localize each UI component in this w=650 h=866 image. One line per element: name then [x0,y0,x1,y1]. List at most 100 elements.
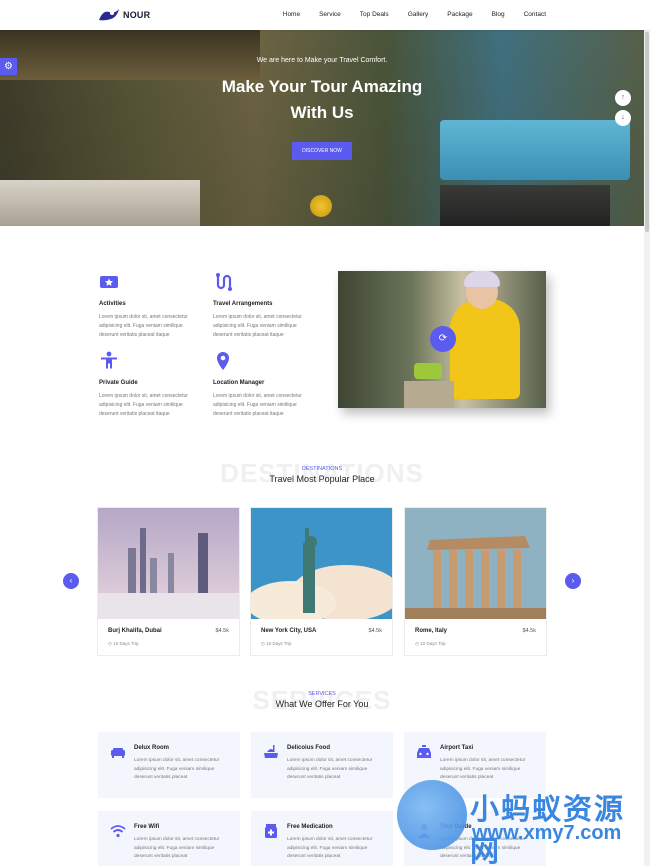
destination-card-new-york[interactable]: New York City, USA $4.5k ◷ 10 Days Trip [246,507,401,656]
menu-item-top-deals[interactable]: Top Deals [360,11,389,18]
photo-hiker-jacket [450,299,520,399]
feature-text-line: adipisicing elit. Fuga veniam similique [99,323,183,329]
watermark-url: www.xmy7.com [472,822,622,844]
service-text-line: Lorem ipsum dolor sit, amet consectetur [134,837,220,842]
photo-hiker-hat [464,271,500,287]
photo-pot [414,363,442,379]
destination-trip: ◷ 10 Days Trip [415,641,445,647]
hero-image-chair [0,180,200,226]
menu-item-contact[interactable]: Contact [524,11,546,18]
play-video-icon[interactable]: ⟳ [430,326,456,352]
discover-now-button[interactable]: DISCOVER NOW [292,142,352,160]
menu-item-package[interactable]: Package [447,11,472,18]
service-text-line: Lorem ipsum dolor sit, amet consectetur [440,758,526,763]
hero-title-line2: With Us [290,103,354,122]
service-title: Free Medication [287,824,333,830]
destination-name: Burj Khalifa, Dubai [108,628,162,634]
service-card-delux-room[interactable]: Delux Room Lorem ipsum dolor sit, amet c… [98,732,240,798]
feature-text-line: adipisicing elit. Fuga veniam similique [213,402,297,408]
menu-item-home[interactable]: Home [283,11,300,18]
hero-image-flowers [310,195,332,217]
sofa-icon [111,748,125,758]
route-icon [216,273,232,291]
service-text-line: deserunt veritatis placeat [287,775,341,781]
feature-text-line: Lorem ipsum dolor sit, amet consectetur [213,393,302,399]
gear-icon[interactable]: ⚙ [0,58,17,75]
service-text-line: adipisicing elit. Fuga veniam similique [134,766,215,772]
feature-text: Lorem ipsum dolor sit, amet consectetur … [213,313,323,340]
location-pin-icon [217,352,229,370]
destination-card-dubai[interactable]: Burj Khalifa, Dubai $4.5k ◷ 10 Days Trip [97,507,240,656]
destination-trip-text: 10 Days Trip [113,641,139,646]
down-arrow-icon[interactable]: ↓ [615,110,631,126]
service-card-free-medication[interactable]: Free Medication Lorem ipsum dolor sit, a… [251,811,393,866]
destination-image-rome [405,508,546,619]
menu-item-blog[interactable]: Blog [492,11,505,18]
destination-trip-text: 10 Days Trip [420,641,446,646]
feature-text: Lorem ipsum dolor sit, amet consectetur … [99,392,209,419]
carousel-prev-icon[interactable]: ‹ [63,573,79,589]
destinations-tag: DESTINATIONS [301,466,343,472]
services-title: What We Offer For You [275,699,369,709]
services-tag: SERVICES [308,691,336,697]
hero-image-roof [0,30,260,80]
feature-text: Lorem ipsum dolor sit, amet consectetur … [213,392,323,419]
feature-text-line: Lorem ipsum dolor sit, amet consectetur [99,393,188,399]
taxi-icon [417,745,431,758]
feature-title: Travel Arrangements [213,301,273,307]
service-text: Lorem ipsum dolor sit, amet consectetur … [287,836,387,862]
service-text-line: Lorem ipsum dolor sit, amet consectetur [287,758,373,763]
service-title: Delicoius Food [287,745,331,751]
main-menu: Home Service Top Deals Gallery Package B… [264,11,546,18]
feature-activities: Activities Lorem ipsum dolor sit, amet c… [99,272,209,340]
up-arrow-icon[interactable]: ↑ [615,90,631,106]
service-text-line: adipisicing elit. Fuga veniam similique [287,845,368,851]
medication-icon [265,824,277,838]
hero-image-pool [440,120,630,180]
carousel-next-icon[interactable]: › [565,573,581,589]
destination-name: New York City, USA [261,628,317,634]
feature-text-line: Lorem ipsum dolor sit, amet consectetur [99,314,188,320]
wifi-icon [110,825,126,838]
feature-title: Private Guide [99,380,138,386]
feature-text-line: deserunt veritatis placeat itaque [213,411,284,417]
destination-trip-text: 10 Days Trip [266,641,292,646]
feature-travel-arrangements: Travel Arrangements Lorem ipsum dolor si… [213,272,323,340]
person-icon [101,351,117,369]
top-navbar: NOUR Home Service Top Deals Gallery Pack… [0,0,650,30]
service-text: Lorem ipsum dolor sit, amet consectetur … [287,757,387,783]
feature-private-guide: Private Guide Lorem ipsum dolor sit, ame… [99,351,209,419]
service-card-delicious-food[interactable]: Delicoius Food Lorem ipsum dolor sit, am… [251,732,393,798]
brand-logo[interactable]: NOUR [98,8,150,22]
hero-subtitle: We are here to Make your Travel Comfort. [256,57,388,64]
service-text-line: adipisicing elit. Fuga veniam similique [134,845,215,851]
hero-title-line1: Make Your Tour Amazing [221,77,423,96]
destination-card-rome[interactable]: Rome, Italy $4.5k ◷ 10 Days Trip [404,507,547,656]
service-title: Airport Taxi [440,745,474,751]
hero-banner: We are here to Make your Travel Comfort.… [0,30,644,226]
menu-item-gallery[interactable]: Gallery [408,11,429,18]
photo-stump [404,381,454,408]
feature-title: Activities [99,301,126,307]
feature-text: Lorem ipsum dolor sit, amet consectetur … [99,313,209,340]
brand-name: NOUR [123,10,151,20]
service-text-line: Lorem ipsum dolor sit, amet consectetur [134,758,220,763]
logo-icon [99,9,119,21]
watermark-ant-logo [397,780,467,850]
clock-icon: ◷ [415,641,419,646]
destination-price: $4.5k [368,628,382,634]
destination-image-dubai [98,508,239,619]
destination-image-new-york [246,508,401,625]
feature-location-manager: Location Manager Lorem ipsum dolor sit, … [213,351,323,419]
service-title: Free Wifi [134,824,160,830]
service-text-line: deserunt veritatis placeat [440,775,494,781]
destination-price: $4.5k [215,628,229,634]
service-text: Lorem ipsum dolor sit, amet consectetur … [134,757,234,783]
menu-item-service[interactable]: Service [319,11,341,18]
service-title: Delux Room [134,745,170,751]
service-card-free-wifi[interactable]: Free Wifi Lorem ipsum dolor sit, amet co… [98,811,240,866]
service-text-line: deserunt veritatis placeat [287,854,341,860]
food-icon [264,745,278,758]
scrollbar-thumb[interactable] [645,32,649,232]
destination-trip: ◷ 10 Days Trip [261,641,291,647]
